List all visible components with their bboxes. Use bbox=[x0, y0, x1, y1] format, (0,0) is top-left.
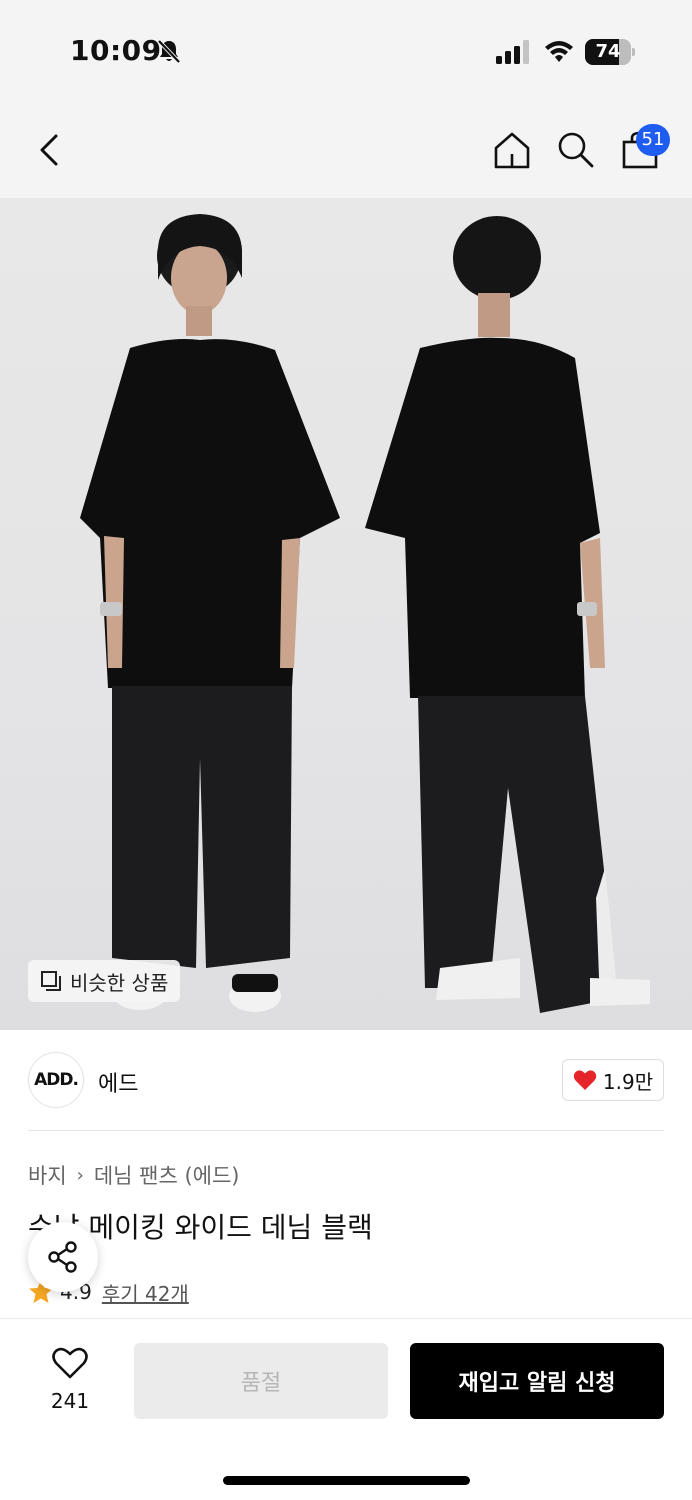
top-nav-bar bbox=[0, 100, 692, 198]
home-indicator[interactable] bbox=[223, 1476, 470, 1485]
back-arrow-icon[interactable] bbox=[30, 130, 70, 170]
product-image[interactable]: 비슷한 상품 bbox=[0, 198, 692, 1030]
sold-out-button[interactable]: 품절 bbox=[134, 1343, 388, 1419]
clock-time: 10:09 bbox=[70, 34, 162, 67]
wishlist-button[interactable]: 241 bbox=[30, 1347, 110, 1417]
heart-outline-icon bbox=[52, 1347, 88, 1379]
review-count-link[interactable]: 후기 42개 bbox=[102, 1278, 189, 1307]
brand-name[interactable]: 에드 bbox=[98, 1066, 138, 1098]
model-back-view bbox=[365, 216, 650, 1013]
wishlist-count: 241 bbox=[50, 1389, 90, 1413]
wifi-icon bbox=[545, 41, 573, 62]
model-front-view bbox=[80, 214, 340, 1012]
breadcrumb: 바지 › 데님 팬츠 (에드) bbox=[28, 1160, 240, 1190]
section-divider bbox=[28, 1130, 664, 1131]
share-icon bbox=[48, 1241, 77, 1273]
bottom-action-bar: 241 품절 재입고 알림 신청 bbox=[0, 1318, 692, 1500]
brand-like-button[interactable]: 1.9만 bbox=[562, 1059, 664, 1101]
status-bar: 10:09 74 bbox=[0, 0, 692, 100]
similar-products-button[interactable]: 비슷한 상품 bbox=[28, 960, 181, 1002]
cellular-signal-icon bbox=[496, 40, 529, 64]
battery-indicator: 74 bbox=[585, 39, 635, 65]
similar-products-label: 비슷한 상품 bbox=[70, 970, 169, 995]
heart-filled-icon bbox=[573, 1070, 597, 1090]
search-icon[interactable] bbox=[556, 130, 596, 170]
breadcrumb-category[interactable]: 바지 bbox=[28, 1160, 67, 1190]
bell-muted-icon bbox=[157, 39, 181, 64]
similar-stack-icon bbox=[41, 971, 61, 991]
chevron-right-icon: › bbox=[76, 1164, 84, 1186]
cart-count-badge: 51 bbox=[636, 124, 670, 156]
restock-alert-button[interactable]: 재입고 알림 신청 bbox=[410, 1343, 664, 1419]
brand-logo[interactable]: ADD. bbox=[28, 1052, 84, 1108]
share-button[interactable] bbox=[28, 1222, 98, 1292]
breadcrumb-subcategory[interactable]: 데님 팬츠 (에드) bbox=[94, 1160, 240, 1190]
brand-like-count: 1.9만 bbox=[602, 1069, 654, 1094]
battery-percent: 74 bbox=[595, 41, 621, 62]
brand-row[interactable]: ADD. 에드 1.9만 bbox=[0, 1030, 692, 1130]
home-icon[interactable] bbox=[492, 130, 532, 170]
model-photo bbox=[80, 214, 650, 1013]
